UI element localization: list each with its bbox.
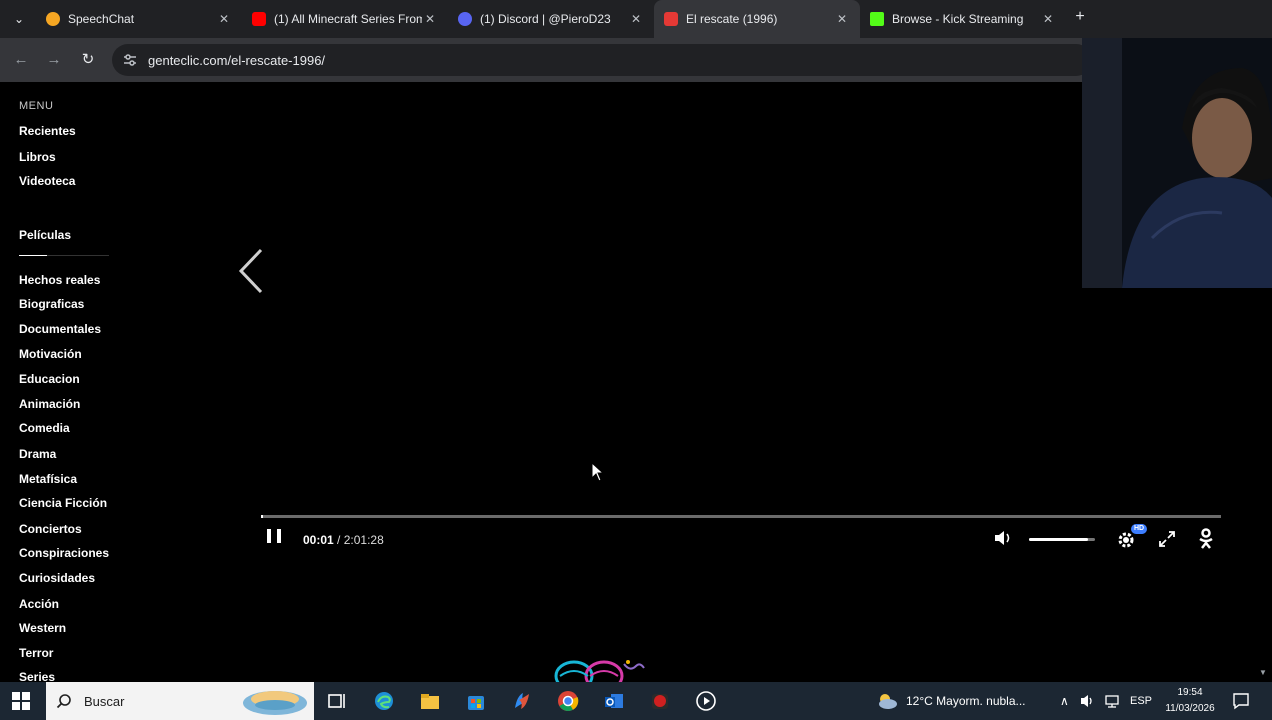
sidebar-item-libros[interactable]: Libros (19, 150, 56, 164)
outlook-icon[interactable] (603, 690, 625, 712)
youtube-favicon-icon (252, 12, 266, 26)
brain-logo-icon (554, 660, 645, 682)
webcam-person-image (1082, 38, 1272, 288)
forward-arrow-icon[interactable]: → (44, 50, 64, 70)
volume-slider-fill (1029, 538, 1089, 541)
site-settings-icon[interactable] (122, 52, 138, 68)
sidebar-item-category[interactable]: Metafísica (19, 472, 77, 486)
odnoklassniki-logo-icon[interactable] (1198, 528, 1214, 550)
clock-time: 19:54 (1177, 687, 1203, 698)
clock-date: 11/03/2026 (1165, 703, 1215, 714)
tab-el-rescate[interactable]: El rescate (1996) ✕ (654, 0, 860, 38)
tab-title: (1) All Minecraft Series From (274, 12, 422, 26)
pause-button[interactable] (267, 529, 281, 545)
copilot-icon[interactable] (511, 690, 533, 712)
duration: 2:01:28 (343, 533, 384, 547)
close-tab-icon[interactable]: ✕ (1040, 12, 1056, 26)
search-placeholder: Buscar (84, 693, 125, 709)
search-icon (56, 694, 71, 709)
volume-slider[interactable] (1029, 538, 1095, 541)
fullscreen-icon[interactable] (1158, 530, 1176, 548)
media-player-icon[interactable] (695, 690, 717, 712)
sidebar-item-category[interactable]: Hechos reales (19, 273, 100, 287)
tab-search-chevron-icon[interactable]: ⌄ (8, 8, 30, 30)
back-arrow-icon[interactable]: ← (11, 50, 31, 70)
url-text: genteclic.com/el-rescate-1996/ (148, 52, 326, 68)
search-highlight-art-icon (243, 691, 307, 715)
tab-title: SpeechChat (68, 12, 135, 26)
time-display: 00:01 / 2:01:28 (303, 533, 384, 547)
network-icon[interactable] (1104, 693, 1120, 709)
tab-title: (1) Discord | @PieroD23 (480, 12, 611, 26)
close-tab-icon[interactable]: ✕ (422, 12, 438, 26)
current-time: 00:01 (303, 533, 334, 547)
discord-favicon-icon (458, 12, 472, 26)
obs-red-app-icon[interactable] (649, 690, 671, 712)
tab-youtube[interactable]: (1) All Minecraft Series From ✕ (242, 0, 448, 38)
close-tab-icon[interactable]: ✕ (834, 12, 850, 26)
sidebar-section-peliculas[interactable]: Películas (19, 228, 71, 242)
tab-discord[interactable]: (1) Discord | @PieroD23 ✕ (448, 0, 654, 38)
section-divider (19, 255, 47, 256)
reload-icon[interactable]: ↻ (78, 50, 98, 70)
sidebar-item-category[interactable]: Curiosidades (19, 571, 95, 585)
kick-favicon-icon (870, 12, 884, 26)
sidebar-item-category[interactable]: Conspiraciones (19, 546, 109, 560)
sidebar-item-category[interactable]: Series (19, 670, 55, 682)
section-divider-track (47, 255, 109, 256)
speaker-icon[interactable] (1080, 693, 1096, 709)
sidebar-item-videoteca[interactable]: Videoteca (19, 174, 75, 188)
sidebar-item-category[interactable]: Acción (19, 597, 59, 611)
close-tab-icon[interactable]: ✕ (628, 12, 644, 26)
new-tab-button[interactable]: + (1072, 8, 1088, 26)
tab-title: Browse - Kick Streaming (892, 12, 1024, 26)
scroll-down-arrow-icon[interactable]: ▼ (1259, 668, 1267, 677)
windows-start-icon[interactable] (12, 692, 30, 710)
sidebar-item-category[interactable]: Conciertos (19, 522, 82, 536)
edge-browser-icon[interactable] (373, 690, 395, 712)
sidebar-item-category[interactable]: Motivación (19, 347, 82, 361)
close-tab-icon[interactable]: ✕ (216, 12, 232, 26)
volume-icon[interactable] (993, 529, 1013, 547)
speechchat-favicon-icon (46, 12, 60, 26)
webcam-overlay (1082, 38, 1272, 288)
taskbar-search-box[interactable]: Buscar (46, 682, 314, 720)
sidebar-item-category[interactable]: Terror (19, 646, 53, 660)
sidebar-item-category[interactable]: Comedia (19, 421, 70, 435)
language-indicator[interactable]: ESP (1130, 682, 1152, 720)
file-explorer-icon[interactable] (419, 690, 441, 712)
tab-speechchat[interactable]: SpeechChat ✕ (36, 0, 242, 38)
taskbar-clock[interactable]: 19:54 11/03/2026 (1156, 685, 1224, 717)
notification-center-icon[interactable] (1232, 692, 1250, 710)
windows-taskbar: Buscar 12°C Mayorm. nubla... ∧ ESP 19:54… (0, 682, 1272, 720)
sidebar-item-category[interactable]: Biograficas (19, 297, 84, 311)
tab-title: El rescate (1996) (686, 12, 778, 26)
progress-bar[interactable] (261, 515, 1221, 518)
sidebar-item-category[interactable]: Western (19, 621, 66, 635)
browser-tab-bar: ⌄ SpeechChat ✕ (1) All Minecraft Series … (0, 0, 1272, 38)
previous-arrow-icon[interactable] (235, 246, 269, 296)
microsoft-store-icon[interactable] (465, 690, 487, 712)
sidebar-item-recientes[interactable]: Recientes (19, 124, 76, 138)
tray-chevron-up-icon[interactable]: ∧ (1060, 682, 1069, 720)
task-view-icon[interactable] (326, 690, 348, 712)
sidebar-item-category[interactable]: Documentales (19, 322, 101, 336)
time-separator: / (337, 533, 341, 547)
chrome-icon[interactable] (557, 690, 579, 712)
tab-kick[interactable]: Browse - Kick Streaming ✕ (860, 0, 1066, 38)
sidebar-item-category[interactable]: Animación (19, 397, 80, 411)
address-bar[interactable]: genteclic.com/el-rescate-1996/ (112, 44, 1092, 76)
hd-badge: HD (1131, 524, 1148, 534)
player-controls: 00:01 / 2:01:28 HD (261, 524, 1221, 552)
sidebar-item-category[interactable]: Educacion (19, 372, 80, 386)
progress-bar-fill (261, 515, 263, 518)
weather-cloud-icon[interactable] (876, 690, 898, 712)
sidebar-item-category[interactable]: Ciencia Ficción (19, 496, 107, 510)
sidebar-item-category[interactable]: Drama (19, 447, 56, 461)
mouse-cursor-icon (591, 462, 605, 482)
site-sidebar: MENU Recientes Libros Videoteca Película… (0, 82, 225, 682)
menu-heading: MENU (19, 100, 54, 112)
weather-text[interactable]: 12°C Mayorm. nubla... (906, 682, 1026, 720)
genteclic-favicon-icon (664, 12, 678, 26)
